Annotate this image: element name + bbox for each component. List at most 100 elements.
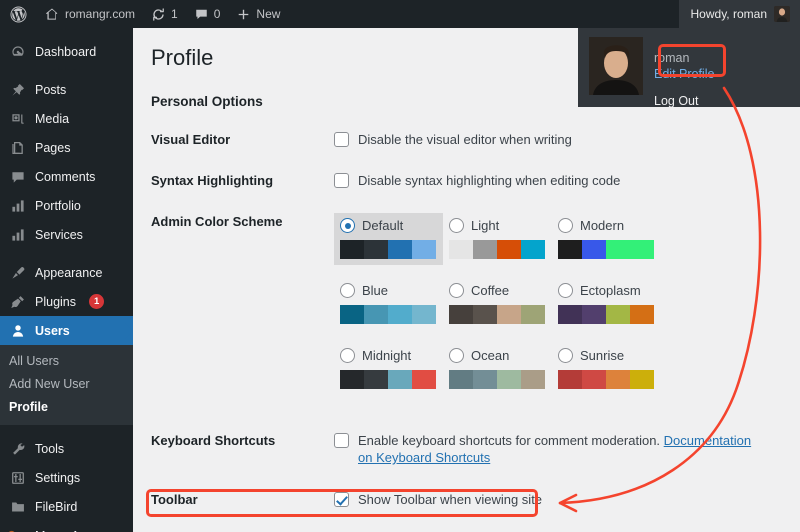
color-scheme-header: Sunrise xyxy=(558,348,655,363)
settings-sliders-icon xyxy=(9,470,26,486)
color-scheme-sunrise[interactable]: Sunrise xyxy=(552,343,661,395)
color-scheme-radio-sunrise[interactable] xyxy=(558,348,573,363)
color-scheme-swatches xyxy=(449,305,545,324)
color-scheme-blue[interactable]: Blue xyxy=(334,278,443,330)
swatch xyxy=(364,240,388,259)
sidebar-item-portfolio[interactable]: Portfolio xyxy=(0,191,133,220)
color-scheme-swatches xyxy=(340,305,436,324)
sidebar-item-label: Comments xyxy=(35,169,96,184)
color-scheme-swatches xyxy=(340,240,436,259)
color-scheme-header: Default xyxy=(340,218,437,233)
sidebar-item-dashboard[interactable]: Dashboard xyxy=(0,37,133,66)
chart-bar-icon xyxy=(9,227,26,243)
color-scheme-ectoplasm[interactable]: Ectoplasm xyxy=(552,278,661,330)
sidebar-item-label: Media xyxy=(35,111,70,126)
sidebar-item-pages[interactable]: Pages xyxy=(0,133,133,162)
visual-editor-checkbox-row[interactable]: Disable the visual editor when writing xyxy=(334,131,800,148)
paintbrush-icon xyxy=(9,265,26,281)
sidebar-item-add-new-user[interactable]: Add New User xyxy=(0,373,133,396)
sidebar-item-services[interactable]: Services xyxy=(0,220,133,249)
color-scheme-light[interactable]: Light xyxy=(443,213,552,265)
color-scheme-ocean[interactable]: Ocean xyxy=(443,343,552,395)
color-scheme-header: Blue xyxy=(340,283,437,298)
sidebar-item-filebird[interactable]: FileBird xyxy=(0,492,133,521)
keyboard-shortcuts-checkbox[interactable] xyxy=(334,433,349,448)
row-admin-color-scheme: Admin Color Scheme Default Light Modern Blu… xyxy=(151,213,800,408)
swatch xyxy=(364,305,388,324)
howdy-label: Howdy, roman xyxy=(690,7,767,21)
color-scheme-name: Midnight xyxy=(362,348,412,363)
menu-spacer xyxy=(0,28,133,37)
color-scheme-modern[interactable]: Modern xyxy=(552,213,661,265)
sidebar-item-posts[interactable]: Posts xyxy=(0,75,133,104)
sidebar-item-media[interactable]: Media xyxy=(0,104,133,133)
color-scheme-swatches xyxy=(558,240,654,259)
swatch xyxy=(412,305,436,324)
sidebar-item-comments[interactable]: Comments xyxy=(0,162,133,191)
comment-bubble-icon xyxy=(9,169,26,185)
folder-icon xyxy=(9,499,26,515)
swatch xyxy=(340,305,364,324)
sidebar-item-label: Services xyxy=(35,227,83,242)
swatch xyxy=(340,370,364,389)
color-scheme-radio-coffee[interactable] xyxy=(449,283,464,298)
sidebar-item-all-users[interactable]: All Users xyxy=(0,350,133,373)
sidebar-item-appearance[interactable]: Appearance xyxy=(0,258,133,287)
wrench-icon xyxy=(9,441,26,457)
swatch xyxy=(606,240,630,259)
sidebar-item-plugins[interactable]: Plugins 1 xyxy=(0,287,133,316)
swatch xyxy=(630,240,654,259)
swatch xyxy=(388,305,412,324)
sidebar-item-label: Plugins xyxy=(35,294,76,309)
plug-icon xyxy=(9,294,26,310)
edit-profile-link[interactable]: Edit Profile xyxy=(654,66,714,82)
swatch xyxy=(473,305,497,324)
color-scheme-header: Midnight xyxy=(340,348,437,363)
my-account-menu[interactable]: Howdy, roman xyxy=(678,0,800,28)
toolbar-checkbox-row[interactable]: Show Toolbar when viewing site xyxy=(334,491,800,508)
color-scheme-default[interactable]: Default xyxy=(334,213,443,265)
color-scheme-header: Ocean xyxy=(449,348,546,363)
color-scheme-radio-blue[interactable] xyxy=(340,283,355,298)
wordpress-logo-icon[interactable] xyxy=(0,0,36,28)
color-scheme-coffee[interactable]: Coffee xyxy=(443,278,552,330)
swatch xyxy=(521,240,545,259)
site-name-menu[interactable]: romangr.com xyxy=(36,0,143,28)
keyboard-shortcuts-checkbox-row[interactable]: Enable keyboard shortcuts for comment mo… xyxy=(334,432,754,466)
syntax-highlighting-checkbox[interactable] xyxy=(334,173,349,188)
sidebar-item-users[interactable]: Users xyxy=(0,316,133,345)
sidebar-item-tools[interactable]: Tools xyxy=(0,434,133,463)
color-scheme-header: Light xyxy=(449,218,546,233)
syntax-highlighting-checkbox-row[interactable]: Disable syntax highlighting when editing… xyxy=(334,172,800,189)
sidebar-item-label: FileBird xyxy=(35,499,78,514)
color-scheme-midnight[interactable]: Midnight xyxy=(334,343,443,395)
sidebar-item-label: Posts xyxy=(35,82,67,97)
color-scheme-radio-ocean[interactable] xyxy=(449,348,464,363)
color-scheme-name: Modern xyxy=(580,218,625,233)
sidebar-item-meow-apps[interactable]: M Meow Apps xyxy=(0,521,133,532)
meow-apps-icon: M xyxy=(9,529,26,532)
color-scheme-radio-default[interactable] xyxy=(340,218,355,233)
sidebar-item-profile[interactable]: Profile xyxy=(0,396,133,419)
new-content-menu[interactable]: New xyxy=(228,0,288,28)
menu-spacer xyxy=(0,249,133,258)
comments-menu[interactable]: 0 xyxy=(186,0,229,28)
color-scheme-radio-midnight[interactable] xyxy=(340,348,355,363)
sidebar-item-label: Settings xyxy=(35,470,81,485)
visual-editor-checkbox[interactable] xyxy=(334,132,349,147)
color-scheme-radio-ectoplasm[interactable] xyxy=(558,283,573,298)
swatch xyxy=(521,370,545,389)
toolbar-checkbox[interactable] xyxy=(334,492,349,507)
sidebar-item-label: Appearance xyxy=(35,265,103,280)
updates-menu[interactable]: 1 xyxy=(143,0,186,28)
color-scheme-radio-light[interactable] xyxy=(449,218,464,233)
swatch xyxy=(473,240,497,259)
swatch xyxy=(388,370,412,389)
sidebar-item-settings[interactable]: Settings xyxy=(0,463,133,492)
log-out-link[interactable]: Log Out xyxy=(654,93,714,109)
swatch xyxy=(521,305,545,324)
color-scheme-radio-modern[interactable] xyxy=(558,218,573,233)
swatch xyxy=(449,305,473,324)
my-account-dropdown[interactable]: roman Edit Profile Log Out xyxy=(578,28,800,109)
swatch xyxy=(630,305,654,324)
